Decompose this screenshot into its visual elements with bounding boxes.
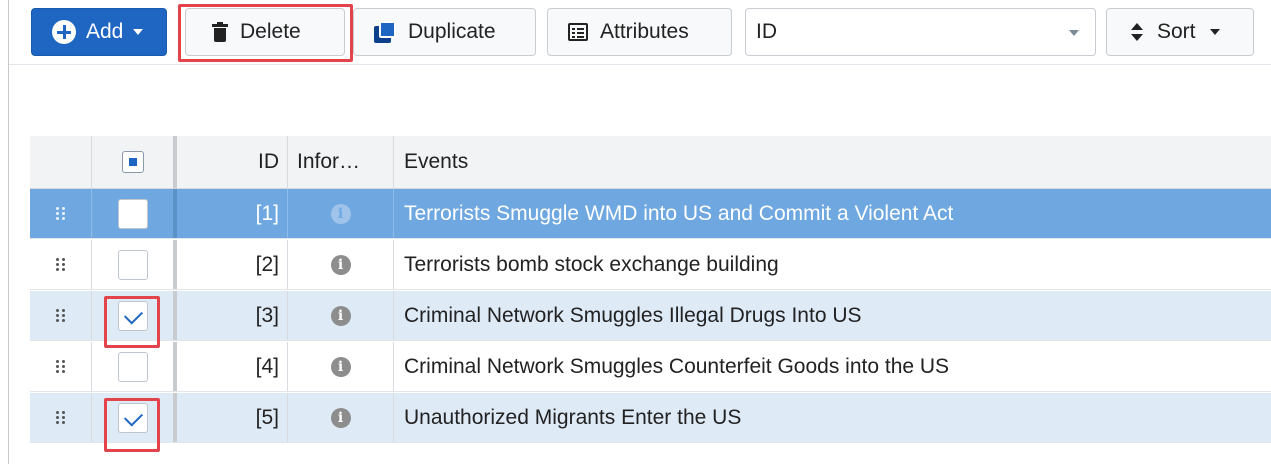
field-select[interactable]: ID [745, 8, 1096, 56]
info-icon[interactable]: i [330, 356, 351, 377]
drag-handle[interactable] [30, 240, 92, 289]
field-select-value: ID [756, 20, 777, 43]
sort-button-label: Sort [1157, 20, 1196, 43]
table-row[interactable]: [4] i Criminal Network Smuggles Counterf… [30, 342, 1271, 392]
row-event: Unauthorized Migrants Enter the US [404, 405, 742, 429]
row-checkbox[interactable] [117, 351, 148, 382]
trash-icon [212, 22, 228, 42]
add-button[interactable]: Add [31, 8, 167, 56]
row-checkbox-cell[interactable] [92, 240, 177, 289]
row-event: Terrorists bomb stock exchange building [404, 252, 779, 276]
plus-circle-icon [52, 20, 76, 44]
delete-button[interactable]: Delete [185, 8, 345, 56]
row-checkbox-cell[interactable] [92, 291, 177, 340]
info-cell[interactable]: i [288, 189, 394, 238]
sort-icon [1131, 23, 1143, 41]
select-all-cell[interactable] [92, 136, 177, 188]
select-all-checkbox[interactable] [121, 151, 144, 173]
row-checkbox-cell[interactable] [92, 189, 177, 238]
table-row[interactable]: [3] i Criminal Network Smuggles Illegal … [30, 291, 1271, 341]
info-icon[interactable]: i [330, 407, 351, 428]
delete-button-label: Delete [240, 20, 301, 43]
row-id: [2] [177, 240, 288, 289]
duplicate-button[interactable]: Duplicate [353, 8, 536, 56]
drag-handle[interactable] [30, 189, 92, 238]
row-id: [4] [177, 342, 288, 391]
copy-icon [374, 21, 396, 43]
row-checkbox[interactable] [117, 249, 148, 280]
table-row[interactable]: [5] i Unauthorized Migrants Enter the US [30, 393, 1271, 443]
drag-handle[interactable] [30, 342, 92, 391]
row-checkbox-cell[interactable] [92, 342, 177, 391]
chevron-down-icon [133, 29, 144, 35]
column-header-events[interactable]: Events [394, 136, 1271, 188]
info-cell[interactable]: i [288, 240, 394, 289]
row-event: Terrorists Smuggle WMD into US and Commi… [404, 201, 954, 225]
row-checkbox[interactable] [117, 198, 148, 229]
drag-column-header [30, 136, 92, 188]
table-header: ID Infor… Events [30, 136, 1271, 189]
add-button-label: Add [86, 20, 124, 43]
row-event: Criminal Network Smuggles Counterfeit Go… [404, 354, 950, 378]
duplicate-button-label: Duplicate [408, 20, 496, 43]
info-cell[interactable]: i [288, 291, 394, 340]
drag-handle-icon [55, 359, 66, 374]
drag-handle[interactable] [30, 393, 92, 442]
row-checkbox[interactable] [117, 402, 148, 433]
attributes-button[interactable]: Attributes [547, 8, 732, 56]
column-header-information[interactable]: Infor… [288, 136, 394, 188]
chevron-down-icon [1069, 30, 1079, 36]
attributes-button-label: Attributes [600, 20, 689, 43]
drag-handle-icon [55, 257, 66, 272]
info-icon[interactable]: i [330, 254, 351, 275]
drag-handle-icon [55, 206, 66, 221]
toolbar-divider [9, 64, 1271, 65]
list-icon [568, 23, 588, 41]
drag-handle[interactable] [30, 291, 92, 340]
row-id: [5] [177, 393, 288, 442]
drag-handle-icon [55, 410, 66, 425]
row-event: Criminal Network Smuggles Illegal Drugs … [404, 303, 862, 327]
table-row[interactable]: [2] i Terrorists bomb stock exchange bui… [30, 240, 1271, 290]
chevron-down-icon [1209, 29, 1220, 35]
drag-handle-icon [55, 308, 66, 323]
row-id: [1] [177, 189, 288, 238]
sort-button[interactable]: Sort [1106, 8, 1254, 56]
row-id: [3] [177, 291, 288, 340]
info-icon[interactable]: i [330, 203, 351, 224]
info-icon[interactable]: i [330, 305, 351, 326]
column-header-id[interactable]: ID [177, 136, 288, 188]
row-checkbox[interactable] [117, 300, 148, 331]
table-row[interactable]: [1] i Terrorists Smuggle WMD into US and… [30, 189, 1271, 239]
info-cell[interactable]: i [288, 342, 394, 391]
info-cell[interactable]: i [288, 393, 394, 442]
row-checkbox-cell[interactable] [92, 393, 177, 442]
